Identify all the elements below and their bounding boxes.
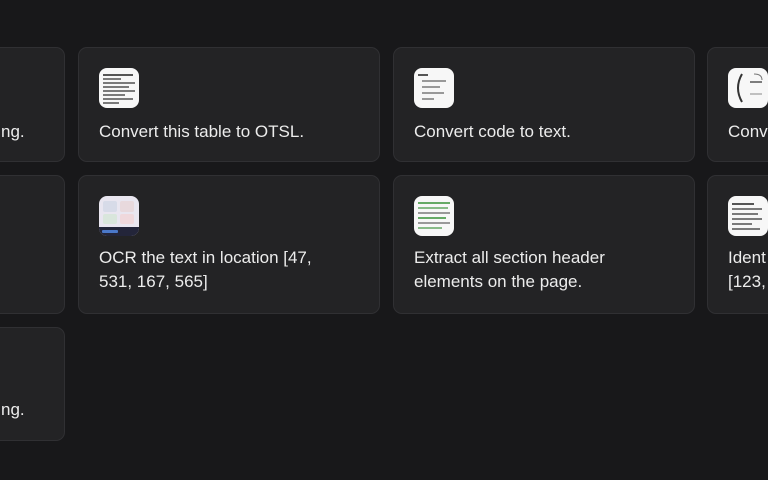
- suggestion-card-extract-section-headers[interactable]: Extract all section header elements on t…: [393, 175, 695, 314]
- suggestion-card-convert-table-otsl[interactable]: Convert this table to OTSL.: [78, 47, 380, 162]
- suggestion-card-ocr-location[interactable]: OCR the text in location [47, 531, 167, …: [78, 175, 380, 314]
- code-document-thumbnail-icon: [414, 68, 454, 108]
- suggestion-text-line-2: elements on the page.: [414, 272, 583, 291]
- document-thumbnail-icon: [728, 196, 768, 236]
- screenshot-thumbnail-icon: [99, 196, 139, 236]
- suggestion-text: Convert code to text.: [414, 122, 571, 141]
- formula-glyph-icon: [737, 73, 763, 103]
- suggestion-text-line-1: Extract all section header: [414, 248, 605, 267]
- suggestion-card-convert-code-text[interactable]: Convert code to text.: [393, 47, 695, 162]
- suggestion-text-line-2: 531, 167, 565]: [99, 272, 208, 291]
- suggestion-text-line-2: [123,: [728, 272, 766, 291]
- table-document-thumbnail-icon: [99, 68, 139, 108]
- formula-thumbnail-icon: [728, 68, 768, 108]
- suggestion-card-partial-left-1[interactable]: ng.: [0, 47, 65, 162]
- suggestion-text-line-1: OCR the text in location [47,: [99, 248, 312, 267]
- suggestion-text: Conv: [728, 122, 768, 141]
- suggestion-text-line-1: Ident: [728, 248, 766, 267]
- suggestion-text: ng.: [1, 400, 25, 419]
- suggestion-card-partial-left-3[interactable]: ng.: [0, 327, 65, 441]
- suggestion-text: Convert this table to OTSL.: [99, 122, 305, 141]
- prompt-suggestions-grid: ng. Convert this table to OTSL. Convert …: [0, 0, 768, 480]
- page-layout-thumbnail-icon: [414, 196, 454, 236]
- suggestion-text: ng.: [1, 122, 25, 141]
- suggestion-card-partial-left-2[interactable]: [0, 175, 65, 314]
- suggestion-card-partial-right-1[interactable]: Conv: [707, 47, 768, 162]
- suggestion-card-partial-right-2[interactable]: Ident [123,: [707, 175, 768, 314]
